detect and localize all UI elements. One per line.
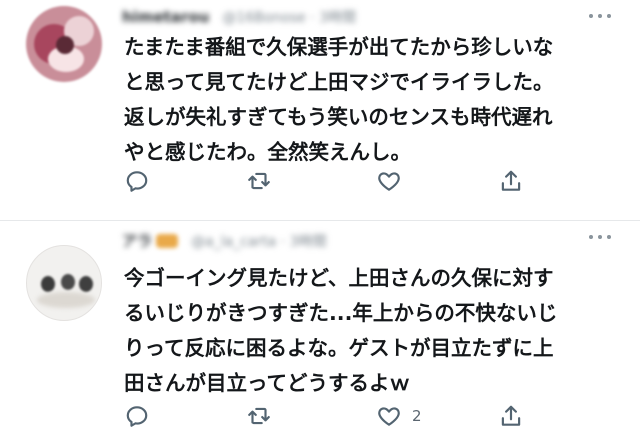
tweet-text-line: たまたま番組で久保選手が出てたから珍しいな — [124, 35, 554, 59]
more-options-icon[interactable] — [588, 231, 612, 243]
handle-and-time[interactable]: @a_la_carta · 3時間 — [191, 231, 326, 251]
tweet-text-line: 返しが失礼すぎてもう笑いのセンスも時代遅れ — [124, 105, 553, 129]
retweet-icon — [248, 172, 270, 190]
retweet-button[interactable] — [246, 166, 272, 196]
tweet-actions: 2 — [124, 401, 524, 431]
tweet[interactable]: himetarou @16Bonose · 3時間 たまたま番組で久保選手が出て… — [0, 0, 640, 220]
reply-button[interactable] — [124, 401, 150, 431]
emoji-badge — [156, 233, 179, 248]
tweet-text-line: と思って見てたけど上田マジでイライラした。 — [124, 70, 554, 94]
tweet-text-line: 田さんが目立ってどうするよｗ — [124, 371, 410, 395]
tweet-feed: himetarou @16Bonose · 3時間 たまたま番組で久保選手が出て… — [0, 0, 640, 433]
tweet-text: 今ゴーイング見たけど、上田さんの久保に対す るいじりがきつすぎた...年上からの… — [124, 261, 557, 401]
tweet[interactable]: アラ @a_la_carta · 3時間 今ゴーイング見たけど、上田さんの久保に… — [0, 221, 640, 433]
display-name[interactable]: アラ — [122, 230, 152, 251]
share-icon — [501, 170, 521, 191]
heart-icon — [378, 172, 400, 191]
like-button[interactable] — [376, 166, 412, 196]
reply-button[interactable] — [124, 166, 150, 196]
like-button[interactable]: 2 — [376, 401, 422, 431]
heart-icon — [378, 407, 400, 426]
reply-icon — [126, 171, 148, 192]
tweet-text-line: りって反応に困るよな。ゲストが目立たずに上 — [124, 336, 554, 360]
like-count: 2 — [412, 407, 422, 425]
tweet-text: たまたま番組で久保選手が出てたから珍しいな と思って見てたけど上田マジでイライラ… — [124, 30, 553, 170]
tweet-text-line: るいじりがきつすぎた...年上からの不快ないじ — [124, 301, 558, 325]
display-name[interactable]: himetarou — [122, 8, 209, 26]
handle-and-time[interactable]: @16Bonose · 3時間 — [222, 7, 356, 27]
tweet-actions — [124, 166, 524, 196]
tweet-text-line: やと感じたわ。全然笑えんし。 — [124, 140, 411, 164]
share-button[interactable] — [498, 166, 524, 196]
more-options-icon[interactable] — [588, 10, 612, 22]
reply-icon — [126, 406, 148, 427]
share-button[interactable] — [498, 401, 524, 431]
tweet-header: himetarou @16Bonose · 3時間 — [122, 6, 592, 28]
avatar[interactable] — [26, 245, 102, 321]
avatar[interactable] — [26, 6, 102, 82]
tweet-text-line: 今ゴーイング見たけど、上田さんの久保に対す — [124, 266, 554, 290]
share-icon — [501, 405, 521, 426]
retweet-icon — [248, 407, 270, 425]
tweet-header: アラ @a_la_carta · 3時間 — [122, 230, 592, 252]
retweet-button[interactable] — [246, 401, 272, 431]
